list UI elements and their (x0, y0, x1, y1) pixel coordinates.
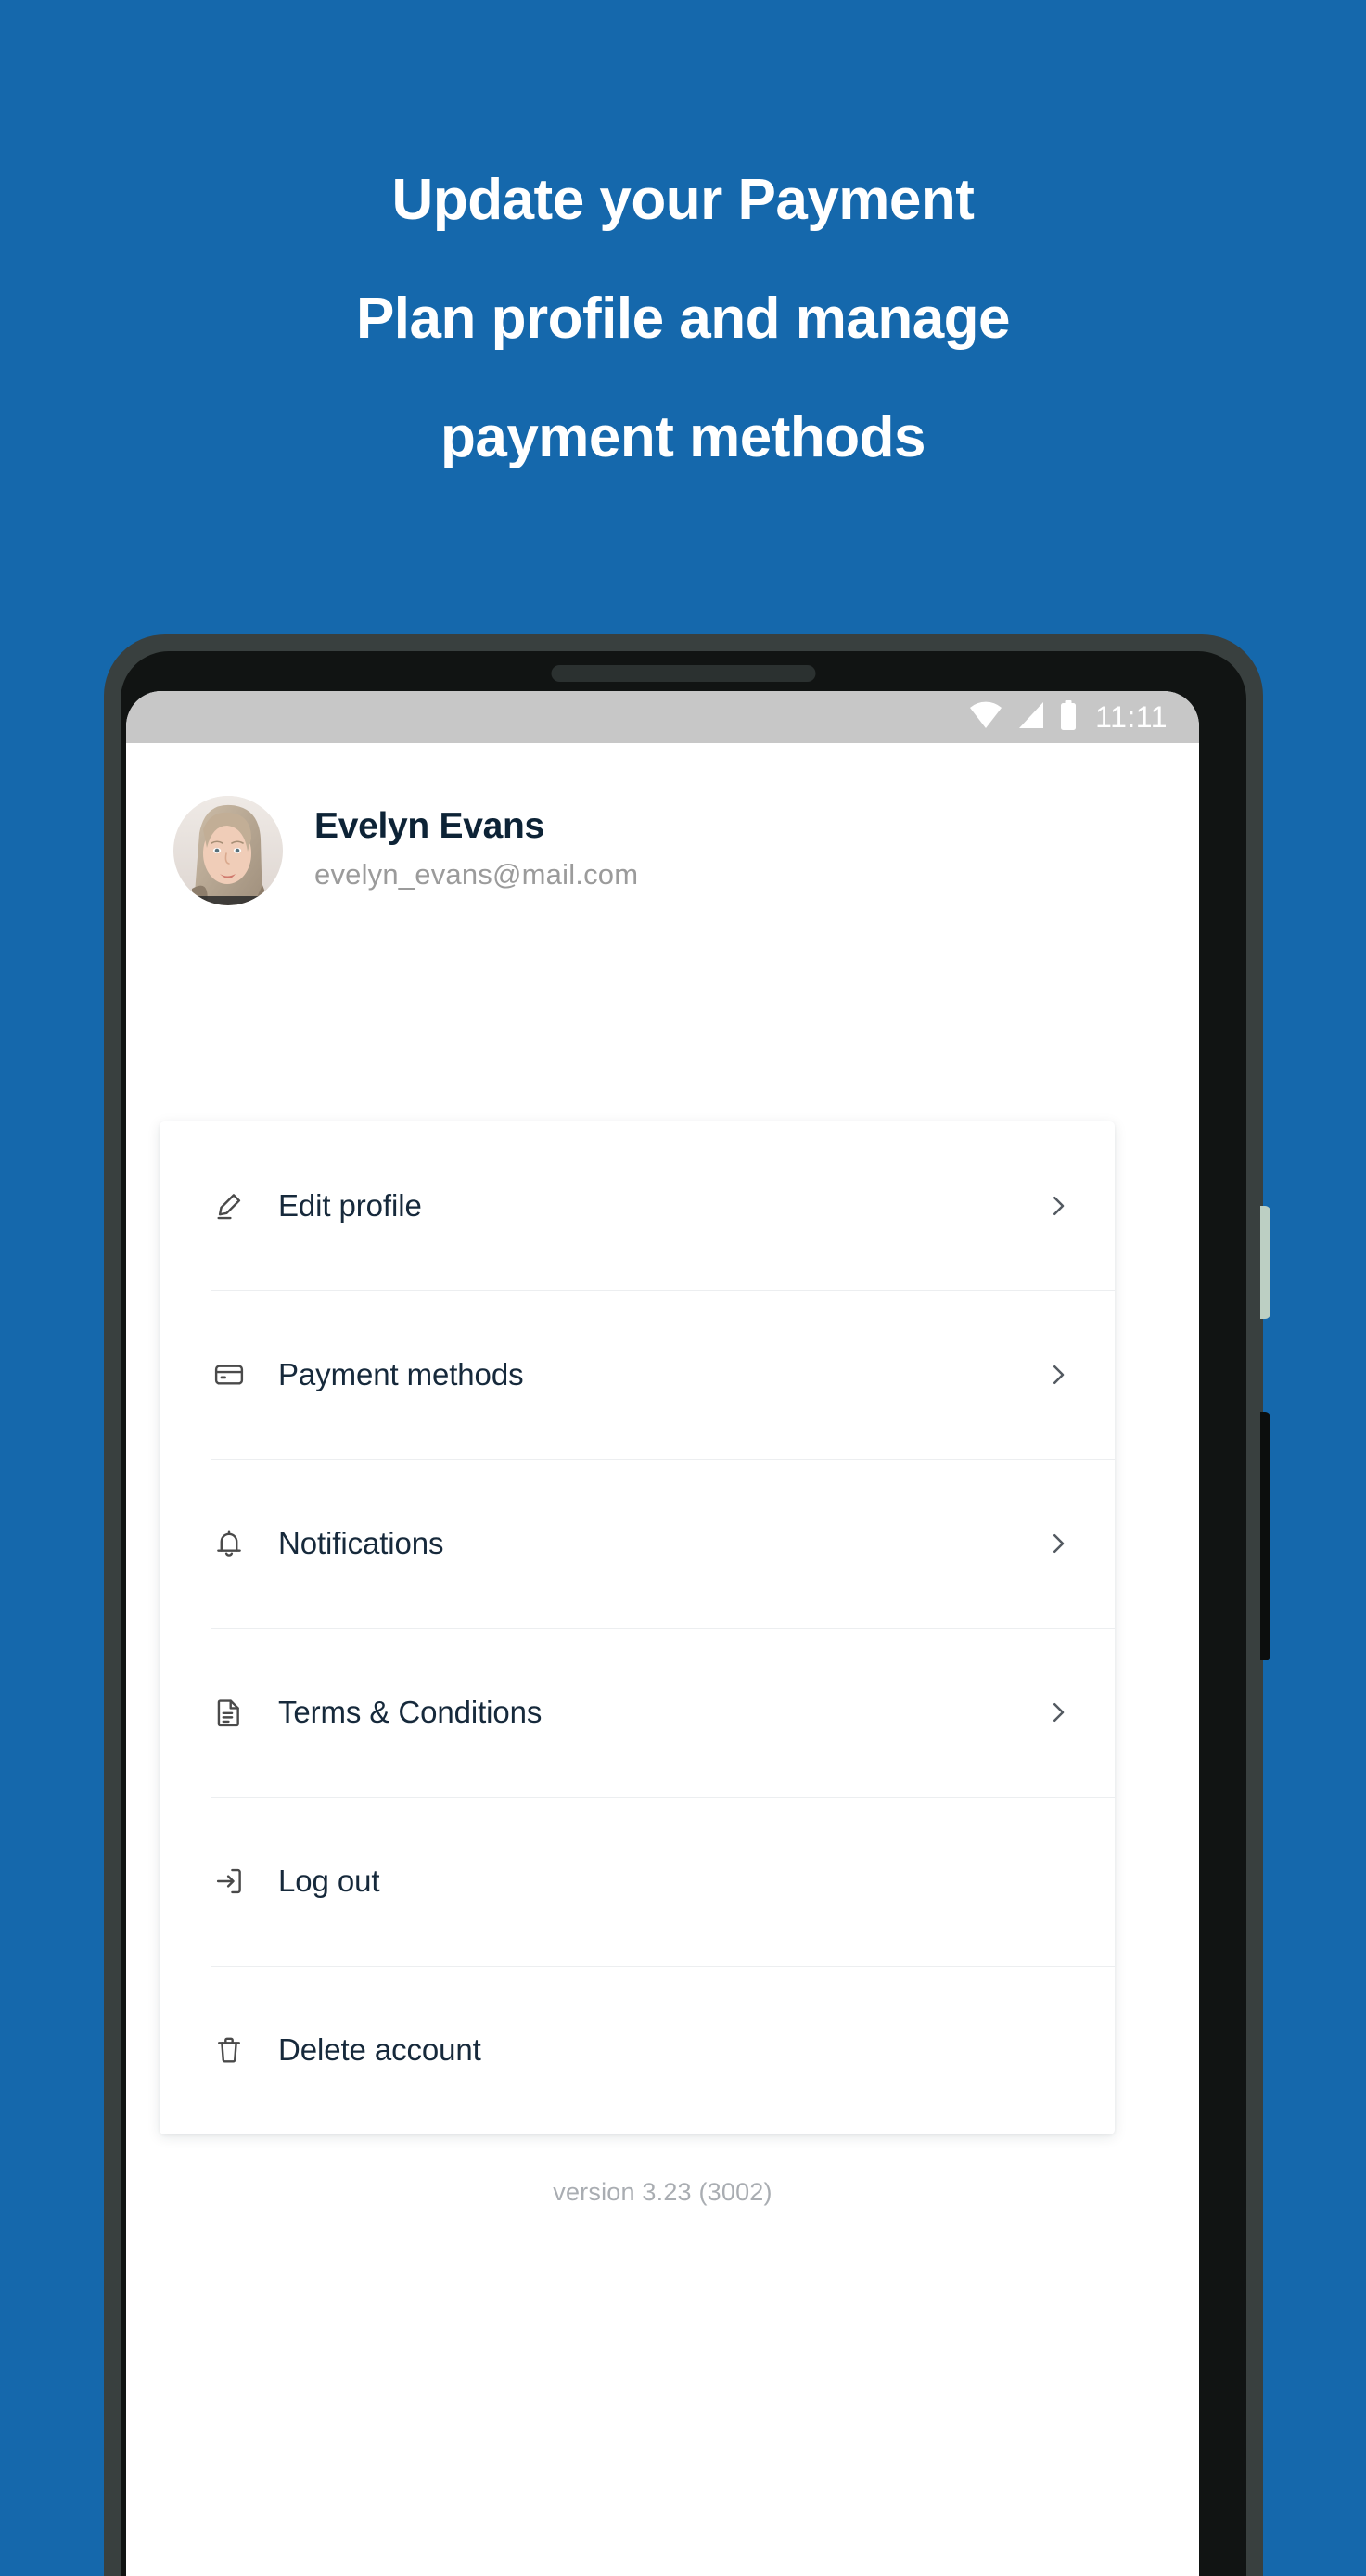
menu-item-edit-profile[interactable]: Edit profile (160, 1121, 1115, 1290)
pencil-icon (211, 1187, 248, 1224)
logout-icon (211, 1863, 248, 1900)
volume-button[interactable] (1260, 1412, 1270, 1660)
battery-icon (1060, 699, 1077, 735)
promo-headline: Update your Payment Plan profile and man… (355, 168, 1011, 469)
menu-item-label: Edit profile (278, 1188, 422, 1223)
earpiece-speaker (551, 665, 816, 682)
menu-item-terms-conditions[interactable]: Terms & Conditions (160, 1628, 1115, 1797)
menu-item-label: Delete account (278, 2032, 481, 2067)
document-icon (211, 1694, 248, 1731)
menu-item-delete-account[interactable]: Delete account (160, 1966, 1115, 2134)
credit-card-icon (211, 1356, 248, 1393)
cellular-signal-icon (1017, 701, 1045, 734)
menu-item-label: Log out (278, 1864, 380, 1898)
menu-item-label: Payment methods (278, 1357, 524, 1391)
wifi-icon (969, 701, 1002, 734)
avatar[interactable] (173, 796, 283, 905)
status-bar-clock: 11:11 (1095, 699, 1168, 734)
user-avatar-photo (173, 796, 283, 905)
profile-name: Evelyn Evans (314, 805, 544, 846)
trash-icon (211, 2031, 248, 2069)
profile-email: evelyn_evans@mail.com (314, 858, 639, 891)
app-version-label: version 3.23 (3002) (553, 2178, 772, 2206)
menu-item-label: Terms & Conditions (278, 1695, 543, 1729)
chevron-right-icon (1044, 1530, 1072, 1557)
chevron-right-icon (1044, 1698, 1072, 1726)
chevron-right-icon (1044, 1192, 1072, 1220)
power-button[interactable] (1260, 1206, 1270, 1319)
chevron-right-icon (1044, 1361, 1072, 1389)
menu-item-notifications[interactable]: Notifications (160, 1459, 1115, 1628)
menu-item-label: Notifications (278, 1526, 444, 1560)
menu-item-log-out[interactable]: Log out (160, 1797, 1115, 1966)
settings-menu-card: Edit profile Payment methods Notificatio… (160, 1121, 1115, 2134)
bell-icon (211, 1525, 248, 1562)
profile-text: Evelyn Evans evelyn_evans@mail.com (314, 806, 638, 896)
phone-screen: 11:11 Evelyn Evans evelyn_evans@mail.com… (126, 691, 1199, 2576)
status-bar: 11:11 (126, 691, 1199, 743)
menu-item-payment-methods[interactable]: Payment methods (160, 1290, 1115, 1459)
profile-header: Evelyn Evans evelyn_evans@mail.com (126, 743, 1199, 905)
